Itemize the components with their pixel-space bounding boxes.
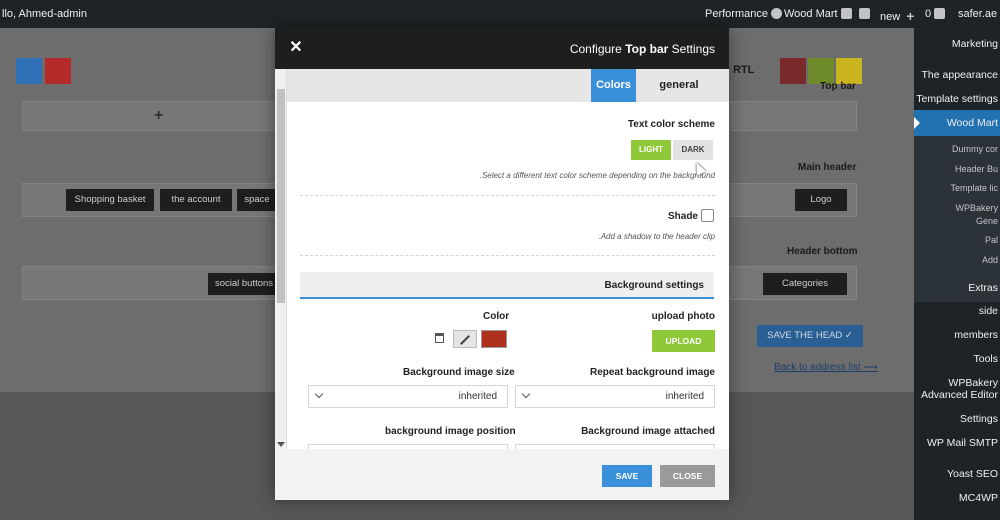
shopping-basket-element[interactable]: Shopping basket [66,189,154,211]
background-settings-header: Background settings [300,272,714,299]
text-color-scheme-desc: .Select a different text color scheme de… [479,171,715,180]
admin-greeting[interactable]: llo, Ahmed-admin [2,8,87,20]
desktop-view-button[interactable] [45,58,71,84]
background-settings-title: Background settings [604,280,704,291]
adminbar-new[interactable]: new + [880,8,914,24]
plus-icon: + [906,8,915,24]
chevron-down-icon [314,389,324,399]
adminbar-site[interactable]: safer.ae [958,8,997,20]
sidebar-subitem-dummy-content[interactable]: Dummy cor [952,144,998,154]
save-button[interactable]: SAVE [602,465,652,487]
comment-icon [934,8,946,19]
color-swatch[interactable] [481,330,507,348]
sidebar-item-marketing[interactable]: Marketing [952,38,998,50]
scroll-down-arrow-icon[interactable] [277,442,285,447]
modal-scrollbar[interactable] [275,69,287,449]
scrollbar-thumb[interactable] [277,89,285,303]
sidebar-subitem-general[interactable]: Gene [976,216,998,226]
sidebar-item-wp-mail-smtp[interactable]: WP Mail SMTP [927,437,998,449]
text-color-scheme-label: Text color scheme [627,119,715,130]
sidebar-item-woodmart[interactable]: Wood Mart [947,117,998,129]
modal-title: Configure Top bar Settings [569,42,715,56]
sidebar-item-template-settings[interactable]: Template settings [916,93,998,105]
admin-sidebar: Marketing The appearance Template settin… [914,28,1000,520]
adminbar-performance[interactable]: Performance [705,8,782,20]
configure-top-bar-modal: ✕ Configure Top bar Settings Colors gene… [275,28,729,500]
performance-icon [770,8,782,19]
sidebar-subitem-add[interactable]: Add [982,255,998,265]
trash-icon[interactable] [435,333,444,343]
space-element[interactable]: space [237,189,277,211]
main-header-label: Main header [798,162,857,173]
mobile-view-button[interactable] [16,58,42,84]
admin-bar: llo, Ahmed-admin Performance Wood Mart n… [0,0,1000,28]
dark-scheme-button[interactable]: DARK [673,140,713,160]
field-separator [300,255,715,256]
logo-element[interactable]: Logo [795,189,847,211]
sidebar-item-wpbakery[interactable]: WPBakery [948,377,998,389]
sidebar-item-tools[interactable]: Tools [973,353,998,365]
adminbar-comments[interactable]: 0 [925,8,946,20]
rtl-label: RTL [733,64,755,76]
add-element-icon[interactable]: + [154,107,163,125]
sidebar-item-mc4wp[interactable]: MC4WP [959,492,998,504]
woodmart-icon [840,8,852,19]
color-label: Color [483,311,510,322]
sidebar-item-side[interactable]: side [979,305,998,317]
repeat-bg-image-label: Repeat background image [589,367,715,378]
sidebar-item-members[interactable]: members [954,329,998,341]
account-element[interactable]: the account [160,189,232,211]
bg-image-position-label: background image position [385,426,516,437]
categories-element[interactable]: Categories [763,273,847,295]
back-to-list-link[interactable]: Back to address list ⟶ [774,362,878,373]
bg-image-size-label: Background image size [403,367,515,378]
modal-footer: SAVE CLOSE [275,449,729,500]
repeat-bg-image-select[interactable]: inherited [515,385,715,408]
star-button[interactable] [780,58,806,84]
shade-label: Shade [667,211,698,222]
modal-header: ✕ Configure Top bar Settings [275,28,729,69]
social-buttons-element[interactable]: social buttons [208,273,280,295]
top-bar-label: Top bar [820,81,856,92]
sidebar-item-advanced-editor[interactable]: Advanced Editor [921,389,998,401]
sidebar-item-settings[interactable]: Settings [960,413,998,425]
bg-image-attached-label: Background image attached [581,426,715,437]
close-icon[interactable]: ✕ [287,39,305,57]
close-button[interactable]: CLOSE [660,465,715,487]
upload-button[interactable]: UPLOAD [652,330,715,352]
yoast-icon [859,8,870,19]
shade-desc: .Add a shadow to the header clip [598,232,715,241]
sidebar-item-extras[interactable]: Extras [968,282,998,294]
chevron-down-icon [521,389,531,399]
save-head-button[interactable]: SAVE THE HEAD ✓ [757,325,863,347]
active-menu-arrow [914,117,920,129]
adminbar-yoast[interactable] [856,8,870,20]
shade-checkbox[interactable] [701,209,714,222]
eyedropper-icon[interactable] [453,330,477,348]
upload-photo-label: upload photo [651,311,715,322]
header-bottom-label: Header bottom [787,246,858,257]
sidebar-subitem-pal[interactable]: Pal [985,235,998,245]
settings-tabs: Colors general [287,69,729,102]
tab-general[interactable]: general [649,69,709,102]
bg-image-size-select[interactable]: inherited [308,385,508,408]
field-separator [300,195,715,196]
sidebar-item-appearance[interactable]: The appearance [922,69,998,81]
sidebar-subitem-header-builder[interactable]: Header Bu [955,164,998,174]
sidebar-subitem-wpbakery[interactable]: WPBakery [955,203,998,213]
sidebar-item-yoast-seo[interactable]: Yoast SEO [947,468,998,480]
light-scheme-button[interactable]: LIGHT [631,140,671,160]
sidebar-subitem-template-license[interactable]: Template lic [950,183,998,193]
adminbar-woodmart[interactable]: Wood Mart [784,8,852,20]
modal-body: Colors general Text color scheme LIGHT D… [275,69,729,449]
tab-colors[interactable]: Colors [591,69,636,102]
